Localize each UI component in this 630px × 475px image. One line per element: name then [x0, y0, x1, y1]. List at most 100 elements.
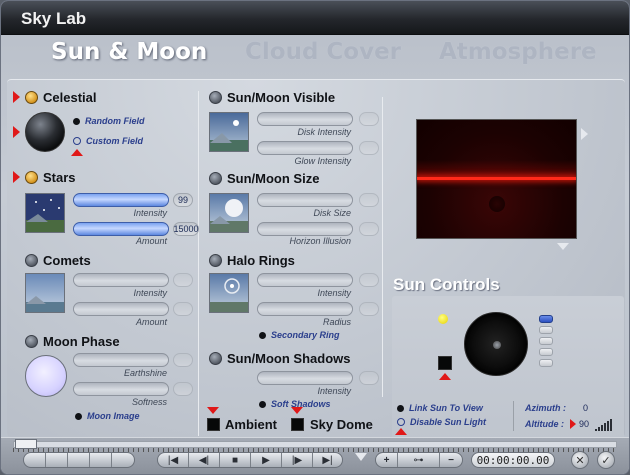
time-display[interactable]: 00:00:00.00	[471, 452, 555, 468]
halo-rings-toggle[interactable]	[209, 254, 222, 267]
timeline-track[interactable]	[13, 441, 617, 448]
key-icon[interactable]: ⊶	[398, 453, 440, 467]
custom-field-option[interactable]: Custom Field	[73, 136, 143, 146]
timeline-scrubber[interactable]	[15, 439, 37, 449]
red-marker-icon[interactable]	[439, 373, 451, 380]
visible-thumbnail[interactable]	[209, 112, 249, 152]
sky-preview[interactable]	[416, 119, 577, 239]
expand-arrow-icon[interactable]	[13, 91, 20, 103]
tab-sun-moon[interactable]: Sun & Moon	[51, 39, 207, 65]
halo-intensity-slider[interactable]	[257, 273, 353, 287]
stars-intensity-value[interactable]: 99	[173, 193, 193, 207]
halo-intensity-value[interactable]	[359, 273, 379, 287]
softness-value[interactable]	[173, 382, 193, 396]
go-to-start-button[interactable]: |◀	[158, 453, 189, 467]
cancel-button[interactable]: ✕	[571, 451, 589, 469]
stars-toggle[interactable]	[25, 171, 38, 184]
title-bar[interactable]: Sky Lab	[1, 1, 629, 35]
preview-menu-arrow-icon[interactable]	[581, 128, 588, 140]
ambient-checkbox[interactable]	[207, 418, 220, 431]
comets-amount-slider[interactable]	[73, 302, 169, 316]
earthshine-value[interactable]	[173, 353, 193, 367]
shadows-intensity-slider[interactable]	[257, 371, 353, 385]
earthshine-slider[interactable]	[73, 353, 169, 367]
disable-sun-light-option[interactable]: Disable Sun Light	[397, 417, 486, 427]
keyframe-button[interactable]	[68, 453, 90, 467]
stars-amount-value[interactable]: 15000	[173, 222, 199, 236]
celestial-sphere-preview[interactable]	[25, 112, 65, 152]
comets-intensity-value[interactable]	[173, 273, 193, 287]
ok-button[interactable]: ✓	[597, 451, 615, 469]
disk-intensity-value[interactable]	[359, 112, 379, 126]
random-field-option[interactable]: Random Field	[73, 116, 145, 126]
glow-intensity-value[interactable]	[359, 141, 379, 155]
red-marker-icon[interactable]	[395, 428, 407, 435]
horizon-illusion-value[interactable]	[359, 222, 379, 236]
azimuth-value[interactable]: 0	[583, 403, 588, 413]
step-back-button[interactable]: ◀|	[189, 453, 220, 467]
expand-arrow-icon[interactable]	[13, 171, 20, 183]
playback-options-arrow-icon[interactable]	[355, 453, 367, 461]
disk-size-value[interactable]	[359, 193, 379, 207]
comets-thumbnail[interactable]	[25, 273, 65, 313]
altitude-step-button[interactable]	[539, 326, 553, 334]
comets-intensity-slider[interactable]	[73, 273, 169, 287]
step-forward-button[interactable]: |▶	[282, 453, 313, 467]
add-key-button[interactable]: +	[376, 453, 398, 467]
disk-size-slider[interactable]	[257, 193, 353, 207]
sun-position-checkbox[interactable]	[438, 356, 452, 370]
keyframe-button[interactable]	[90, 453, 112, 467]
altitude-step-button[interactable]	[539, 315, 553, 323]
halo-rings-section[interactable]: Halo Rings	[209, 253, 295, 268]
comets-amount-value[interactable]	[173, 302, 193, 316]
sun-moon-visible-toggle[interactable]	[209, 91, 222, 104]
go-to-end-button[interactable]: ▶|	[313, 453, 342, 467]
comets-section[interactable]: Comets	[25, 253, 91, 268]
shadows-intensity-value[interactable]	[359, 371, 379, 385]
softness-slider[interactable]	[73, 382, 169, 396]
expand-arrow-icon[interactable]	[13, 126, 20, 138]
remove-key-button[interactable]: −	[440, 453, 462, 467]
stars-section[interactable]: Stars	[25, 170, 76, 185]
keyframe-button[interactable]	[24, 453, 46, 467]
red-marker-icon[interactable]	[291, 407, 303, 414]
tab-cloud-cover[interactable]: Cloud Cover	[245, 39, 401, 65]
stars-intensity-slider[interactable]	[73, 193, 169, 207]
sky-dome-checkbox[interactable]	[291, 418, 304, 431]
halo-radius-value[interactable]	[359, 302, 379, 316]
secondary-ring-option[interactable]: Secondary Ring	[259, 330, 340, 340]
stars-thumbnail[interactable]	[25, 193, 65, 233]
sun-moon-size-section[interactable]: Sun/Moon Size	[209, 171, 319, 186]
moon-phase-preview[interactable]	[25, 355, 67, 397]
disk-intensity-slider[interactable]	[257, 112, 353, 126]
altitude-value[interactable]: 90	[579, 419, 589, 429]
stop-button[interactable]: ■	[220, 453, 251, 467]
comets-toggle[interactable]	[25, 254, 38, 267]
red-marker-icon[interactable]	[71, 149, 83, 156]
sun-position-dial[interactable]	[464, 312, 528, 376]
halo-radius-slider[interactable]	[257, 302, 353, 316]
celestial-toggle[interactable]	[25, 91, 38, 104]
keyframe-button[interactable]	[46, 453, 68, 467]
tab-atmosphere[interactable]: Atmosphere	[439, 39, 597, 65]
shadows-toggle[interactable]	[209, 352, 222, 365]
play-button[interactable]: ▶	[251, 453, 282, 467]
glow-intensity-slider[interactable]	[257, 141, 353, 155]
altitude-step-button[interactable]	[539, 337, 553, 345]
horizon-illusion-slider[interactable]	[257, 222, 353, 236]
celestial-section[interactable]: Celestial	[25, 90, 96, 105]
size-thumbnail[interactable]	[209, 193, 249, 233]
sun-moon-size-toggle[interactable]	[209, 172, 222, 185]
halo-thumbnail[interactable]	[209, 273, 249, 313]
keyframe-button[interactable]	[112, 453, 134, 467]
sun-moon-visible-section[interactable]: Sun/Moon Visible	[209, 90, 335, 105]
link-sun-option[interactable]: Link Sun To View	[397, 403, 483, 413]
altitude-step-button[interactable]	[539, 348, 553, 356]
red-marker-icon[interactable]	[207, 407, 219, 414]
moon-phase-toggle[interactable]	[25, 335, 38, 348]
sun-moon-shadows-section[interactable]: Sun/Moon Shadows	[209, 351, 351, 366]
sun-indicator-icon[interactable]	[438, 314, 448, 324]
preview-options-arrow-icon[interactable]	[557, 243, 569, 250]
moon-phase-section[interactable]: Moon Phase	[25, 334, 120, 349]
stars-amount-slider[interactable]	[73, 222, 169, 236]
